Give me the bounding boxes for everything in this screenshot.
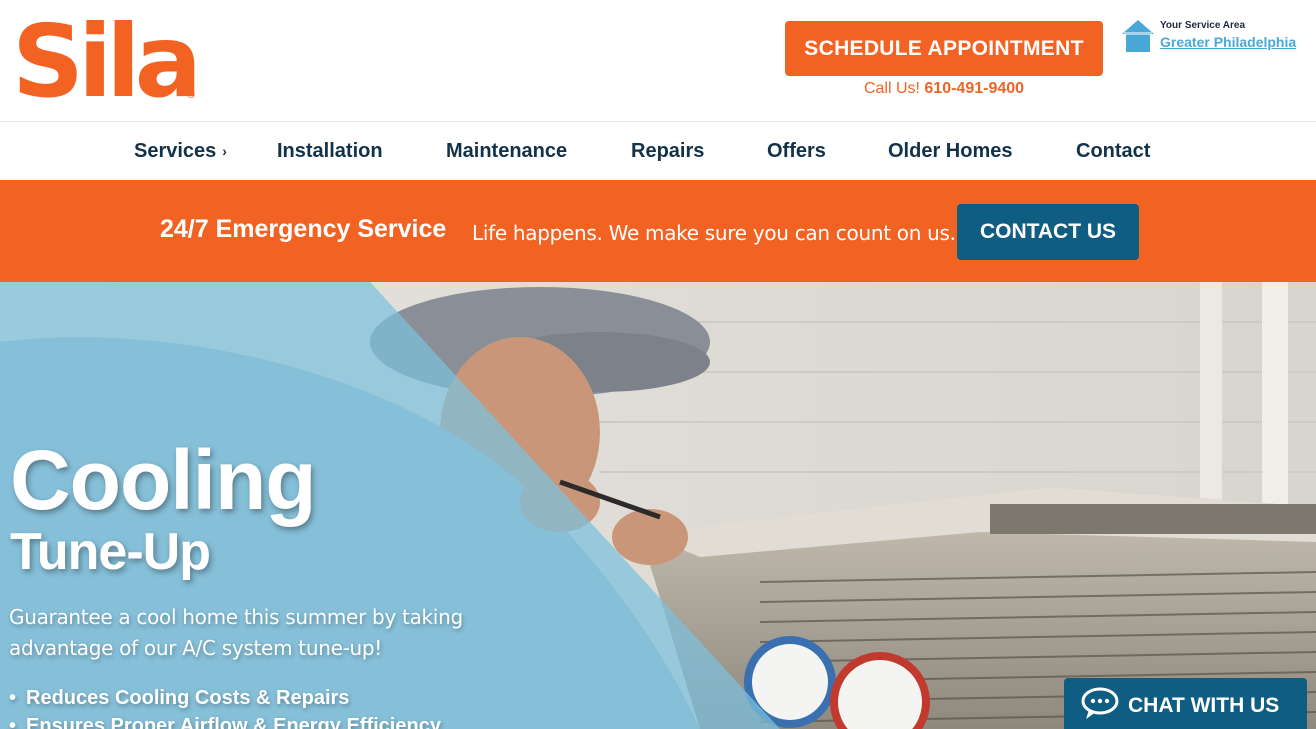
contact-us-button[interactable]: CONTACT US <box>957 204 1139 260</box>
chat-with-us-button[interactable]: CHAT WITH US <box>1064 678 1307 729</box>
hero-title: Cooling <box>10 433 317 527</box>
nav-item-offers[interactable]: Offers <box>767 140 826 163</box>
nav-item-older-homes[interactable]: Older Homes <box>888 140 1012 163</box>
call-us-label: Call Us! <box>863 80 920 97</box>
sila-logo[interactable]: Sila ® <box>12 3 202 120</box>
emergency-banner: 24/7 Emergency Service Life happens. We … <box>0 180 1316 282</box>
emergency-title: 24/7 Emergency Service <box>160 215 447 243</box>
nav-item-services[interactable]: Services › <box>134 140 227 163</box>
hero-section: Cooling Tune-Up Guarantee a cool home th… <box>0 282 1316 729</box>
hero-benefits-list: Reduces Cooling Costs & Repairs Ensures … <box>9 684 441 729</box>
list-item: Ensures Proper Airflow & Energy Efficien… <box>9 712 441 729</box>
service-area: Your Service Area Greater Philadelphia <box>1120 18 1310 58</box>
hero-subtitle: Tune-Up <box>10 523 211 581</box>
service-area-link[interactable]: Greater Philadelphia <box>1160 34 1296 50</box>
main-nav: Services › Installation Maintenance Repai… <box>0 123 1316 180</box>
nav-item-contact[interactable]: Contact <box>1076 140 1150 163</box>
service-area-label: Your Service Area <box>1160 20 1246 31</box>
phone-link[interactable]: 610-491-9400 <box>924 80 1024 97</box>
svg-text:®: ® <box>186 90 196 101</box>
list-item: Reduces Cooling Costs & Repairs <box>9 684 441 712</box>
svg-text:Sila: Sila <box>12 14 196 102</box>
chat-label: CHAT WITH US <box>1128 694 1280 717</box>
hero-description: Guarantee a cool home this summer by tak… <box>9 605 463 660</box>
nav-item-maintenance[interactable]: Maintenance <box>446 140 567 163</box>
house-icon <box>1122 20 1154 52</box>
call-us-line: Call Us! 610-491-9400 <box>785 80 1103 98</box>
nav-item-repairs[interactable]: Repairs <box>631 140 704 163</box>
chat-bubble-icon <box>1081 687 1119 719</box>
chevron-right-icon: › <box>222 143 227 159</box>
emergency-text: Life happens. We make sure you can count… <box>472 221 956 245</box>
nav-item-label: Services <box>134 140 217 162</box>
nav-item-installation[interactable]: Installation <box>277 140 383 163</box>
schedule-appointment-button[interactable]: SCHEDULE APPOINTMENT <box>785 21 1103 76</box>
site-header: Sila ® SCHEDULE APPOINTMENT Call Us! 610… <box>0 0 1316 122</box>
